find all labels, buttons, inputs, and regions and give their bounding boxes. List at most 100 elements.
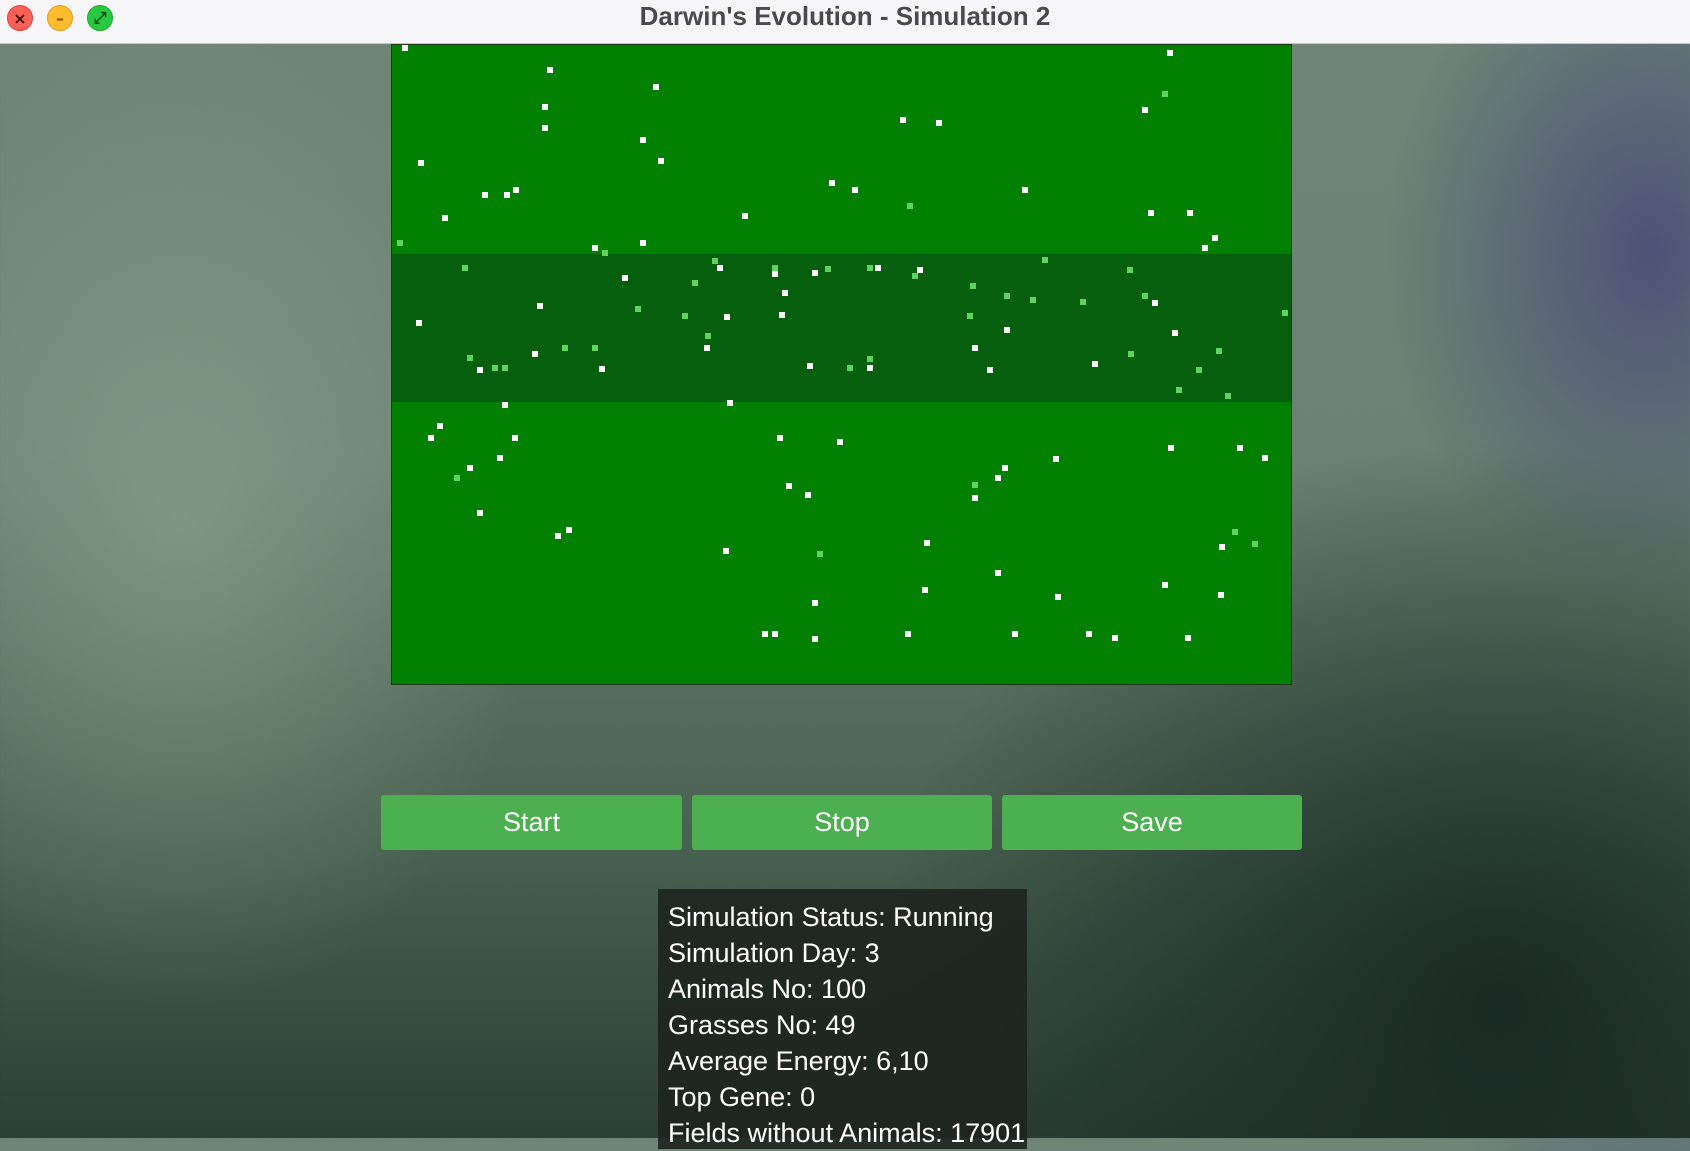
grass-tile — [1252, 541, 1258, 547]
simulation-day: Simulation Day: 3 — [668, 938, 880, 968]
map-entities — [397, 45, 1288, 642]
grass-tile — [1127, 267, 1133, 273]
grass-tile — [847, 365, 853, 371]
animal-marker — [640, 240, 646, 246]
grass-tile — [1216, 348, 1222, 354]
animal-marker — [1092, 361, 1098, 367]
animal-marker — [972, 495, 978, 501]
animal-marker — [1022, 187, 1028, 193]
animal-marker — [555, 533, 561, 539]
average-energy: Average Energy: 6,10 — [668, 1046, 929, 1076]
grass-tile — [1080, 299, 1086, 305]
animal-marker — [1187, 210, 1193, 216]
grass-tile — [907, 203, 913, 209]
grass-tile — [772, 265, 778, 271]
stop-button[interactable]: Stop — [692, 795, 992, 850]
animal-marker — [416, 320, 422, 326]
animal-marker — [1262, 455, 1268, 461]
simulation-map[interactable] — [391, 44, 1292, 685]
animal-marker — [1086, 631, 1092, 637]
animal-marker — [917, 267, 923, 273]
animal-marker — [1002, 465, 1008, 471]
window-title: Darwin's Evolution - Simulation 2 — [639, 1, 1051, 31]
animal-marker — [1148, 210, 1154, 216]
grass-tile — [467, 355, 473, 361]
animal-marker — [972, 345, 978, 351]
animal-marker — [504, 192, 510, 198]
animal-marker — [777, 435, 783, 441]
grass-tile — [1176, 387, 1182, 393]
grass-tile — [592, 345, 598, 351]
animals-count: Animals No: 100 — [668, 974, 867, 1004]
animal-marker — [782, 290, 788, 296]
animal-marker — [717, 265, 723, 271]
grass-tile — [970, 283, 976, 289]
animal-marker — [402, 45, 408, 51]
grass-tile — [462, 265, 468, 271]
animal-marker — [995, 570, 1001, 576]
animal-marker — [1212, 235, 1218, 241]
animal-marker — [428, 435, 434, 441]
animal-marker — [640, 137, 646, 143]
top-gene: Top Gene: 0 — [668, 1082, 816, 1112]
grass-tile — [502, 365, 508, 371]
animal-marker — [442, 215, 448, 221]
animal-marker — [786, 483, 792, 489]
animal-marker — [987, 367, 993, 373]
animal-marker — [592, 245, 598, 251]
grass-tile — [825, 266, 831, 272]
animal-marker — [437, 423, 443, 429]
animal-marker — [1167, 50, 1173, 56]
grass-tile — [867, 265, 873, 271]
animal-marker — [1004, 327, 1010, 333]
animal-marker — [1053, 456, 1059, 462]
animal-marker — [418, 160, 424, 166]
animal-marker — [829, 180, 835, 186]
grass-tile — [492, 365, 498, 371]
animal-marker — [812, 636, 818, 642]
animal-marker — [497, 455, 503, 461]
animal-marker — [852, 187, 858, 193]
grass-tile — [682, 313, 688, 319]
animal-marker — [995, 475, 1001, 481]
animal-marker — [547, 67, 553, 73]
grass-tile — [1042, 257, 1048, 263]
grass-tile — [1162, 91, 1168, 97]
animal-marker — [727, 400, 733, 406]
animal-marker — [1185, 635, 1191, 641]
animal-marker — [900, 117, 906, 123]
animal-marker — [477, 510, 483, 516]
grass-tile — [602, 250, 608, 256]
grass-tile — [692, 280, 698, 286]
grass-tile — [972, 482, 978, 488]
fields-without-animals: Fields without Animals: 17901 — [668, 1118, 1026, 1148]
animal-marker — [1055, 594, 1061, 600]
animal-marker — [762, 631, 768, 637]
grass-tile — [397, 240, 403, 246]
animal-marker — [724, 314, 730, 320]
start-button[interactable]: Start — [381, 795, 682, 850]
animal-marker — [1152, 300, 1158, 306]
animal-marker — [742, 213, 748, 219]
animal-marker — [875, 265, 881, 271]
animal-marker — [566, 527, 572, 533]
save-button[interactable]: Save — [1002, 795, 1302, 850]
simulation-status: Simulation Status: Running — [668, 902, 994, 932]
animal-marker — [723, 548, 729, 554]
animal-marker — [1219, 544, 1225, 550]
grass-tile — [867, 356, 873, 362]
animal-marker — [532, 351, 538, 357]
animal-marker — [922, 587, 928, 593]
animal-marker — [512, 435, 518, 441]
animal-marker — [704, 345, 710, 351]
grass-tile — [1196, 367, 1202, 373]
animal-marker — [1162, 582, 1168, 588]
animal-marker — [658, 158, 664, 164]
animal-marker — [807, 363, 813, 369]
animal-marker — [1202, 245, 1208, 251]
animal-marker — [482, 192, 488, 198]
animal-marker — [867, 365, 873, 371]
animal-marker — [772, 271, 778, 277]
grass-tile — [912, 273, 918, 279]
animal-marker — [653, 84, 659, 90]
